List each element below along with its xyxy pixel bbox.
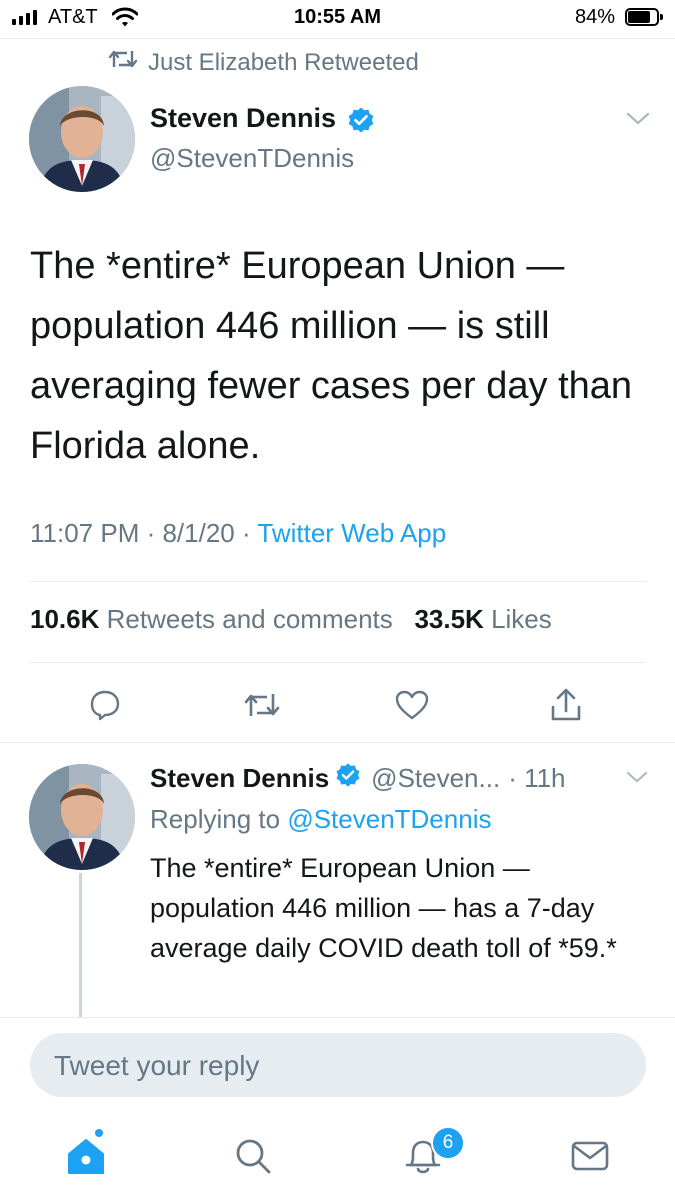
divider (0, 742, 675, 743)
retweets-label: Retweets and comments (106, 604, 393, 634)
reply-author-handle: @Steven... (371, 763, 501, 793)
reply-composer[interactable] (30, 1033, 646, 1099)
reply-avatar[interactable] (29, 764, 135, 870)
divider (30, 581, 646, 582)
reply-input[interactable] (52, 1033, 616, 1099)
notifications-badge: 6 (431, 1126, 465, 1160)
retweets-stat[interactable]: 10.6K Retweets and comments (30, 604, 393, 634)
author-handle[interactable]: @StevenTDennis (150, 143, 354, 174)
retweet-icon[interactable] (242, 685, 282, 725)
replying-to: Replying to @StevenTDennis (150, 804, 491, 835)
home-icon[interactable] (63, 1133, 109, 1179)
tweet-actions (0, 685, 675, 725)
reply-icon[interactable] (85, 685, 125, 725)
divider (30, 662, 646, 663)
likes-count: 33.5K (414, 604, 484, 634)
retweet-icon (108, 48, 138, 77)
reply-text: The *entire* European Union — population… (150, 853, 617, 963)
chevron-down-icon[interactable] (626, 771, 648, 789)
tweet-source-link[interactable]: Twitter Web App (257, 518, 446, 548)
clock: 10:55 AM (293, 6, 382, 28)
retweet-context-label: Just Elizabeth Retweeted (148, 48, 419, 76)
thread-line (79, 873, 82, 1018)
search-icon[interactable] (230, 1133, 276, 1179)
battery-percent: 84% (574, 6, 615, 28)
author-name: Steven Dennis (150, 103, 337, 133)
tweet-author[interactable]: Steven Dennis (150, 103, 375, 139)
battery-icon (625, 8, 663, 26)
home-unread-dot (95, 1129, 103, 1137)
replying-to-prefix: Replying to (150, 804, 288, 834)
messages-icon[interactable] (567, 1133, 613, 1179)
tweet-meta: 11:07 PM · 8/1/20 · Twitter Web App (30, 518, 446, 549)
divider (0, 1017, 675, 1018)
tweet-stats: 10.6K Retweets and comments 33.5K Likes (30, 604, 552, 635)
retweet-context[interactable]: Just Elizabeth Retweeted (108, 48, 419, 77)
status-bar: AT&T 10:55 AM 84% (0, 0, 675, 36)
reply-age: · 11h (508, 763, 566, 793)
replying-to-handle[interactable]: @StevenTDennis (287, 804, 491, 834)
share-icon[interactable] (546, 685, 586, 725)
reply-author[interactable]: Steven Dennis @Steven... · 11h (150, 762, 566, 795)
reply-author-name: Steven Dennis (150, 763, 330, 793)
divider (0, 38, 675, 39)
like-icon[interactable] (392, 685, 432, 725)
tweet-text: The *entire* European Union — population… (30, 245, 633, 467)
verified-icon (335, 762, 361, 795)
chevron-down-icon[interactable] (626, 112, 650, 131)
likes-label: Likes (491, 604, 552, 634)
likes-stat[interactable]: 33.5K Likes (414, 604, 551, 634)
avatar[interactable] (29, 86, 135, 192)
tweet-timestamp: 11:07 PM · 8/1/20 · (30, 518, 258, 548)
verified-icon (347, 106, 375, 139)
retweets-count: 10.6K (30, 604, 100, 634)
